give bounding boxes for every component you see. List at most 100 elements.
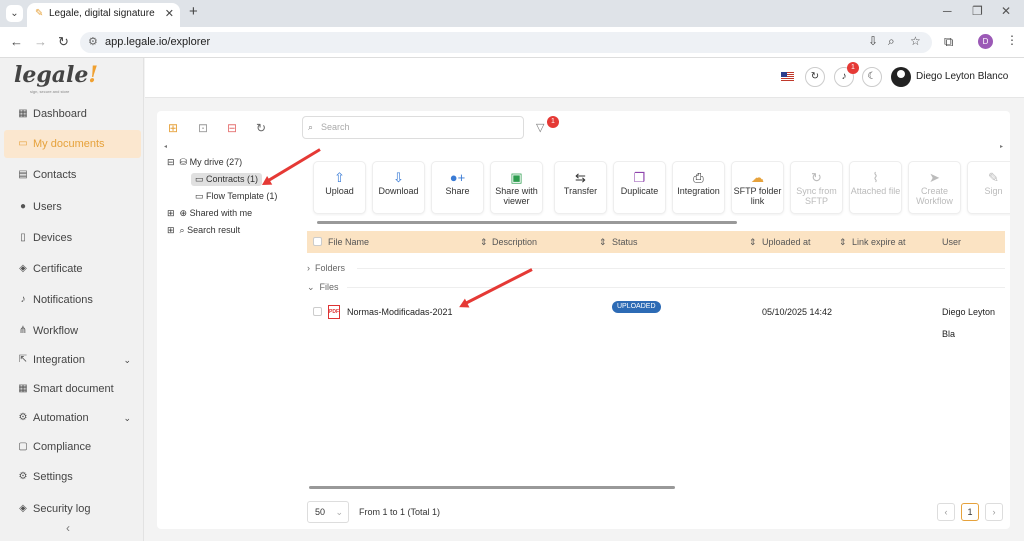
tree-node-flow-template[interactable]: ▭ Flow Template (1) bbox=[195, 191, 277, 202]
site-info-icon[interactable]: ⚙ bbox=[88, 35, 98, 48]
theme-toggle-icon[interactable]: ☾ bbox=[862, 67, 882, 87]
notification-badge: 1 bbox=[847, 62, 859, 74]
table-scrollbar[interactable] bbox=[309, 486, 675, 489]
pagination-info: From 1 to 1 (Total 1) bbox=[359, 507, 441, 517]
tab-search-button[interactable]: ⌄ bbox=[6, 5, 23, 22]
browser-menu-icon[interactable]: ⋮ bbox=[1006, 33, 1018, 47]
avatar[interactable] bbox=[891, 67, 911, 87]
extensions-icon[interactable]: ⧉ bbox=[944, 34, 953, 50]
sign-button[interactable]: ✎ Sign bbox=[967, 161, 1010, 214]
transfer-button[interactable]: ⇆ Transfer bbox=[554, 161, 607, 214]
download-button[interactable]: ⇩ Download bbox=[372, 161, 425, 214]
scroll-right-icon[interactable]: ▸ bbox=[1000, 143, 1003, 150]
close-window-icon[interactable]: ✕ bbox=[1001, 4, 1011, 18]
tree-node-search-result[interactable]: ⊞ ⌕ Search result bbox=[167, 225, 240, 236]
sync-from-sftp-button[interactable]: ↻ Sync from SFTP bbox=[790, 161, 843, 214]
attached-file-button[interactable]: ⌇ Attached file bbox=[849, 161, 902, 214]
bell-icon: ♪ bbox=[20, 294, 26, 305]
upload-button[interactable]: ⇧ Upload bbox=[313, 161, 366, 214]
profile-avatar[interactable]: D bbox=[978, 34, 993, 49]
url-field[interactable]: ⚙ app.legale.io/explorer ⇩ ⌕ ☆ bbox=[80, 32, 932, 53]
page-size-select[interactable]: 50 ⌄ bbox=[307, 501, 349, 523]
duplicate-button[interactable]: ❐ Duplicate bbox=[613, 161, 666, 214]
sidebar-item-dashboard[interactable]: ▦ Dashboard bbox=[4, 100, 141, 128]
sidebar-item-my-documents[interactable]: ▭ My documents bbox=[4, 130, 141, 158]
transfer-icon: ⇆ bbox=[575, 170, 586, 185]
sidebar-item-automation[interactable]: ⚙ Automation ⌄ bbox=[4, 404, 141, 432]
select-all-checkbox[interactable] bbox=[313, 237, 322, 246]
address-bar: ← → ↻ ⚙ app.legale.io/explorer ⇩ ⌕ ☆ ⧉ D… bbox=[0, 27, 1024, 58]
next-page-button[interactable]: › bbox=[985, 503, 1003, 521]
column-user[interactable]: User bbox=[942, 231, 961, 253]
tree-node-shared[interactable]: ⊞ ⊕ Shared with me bbox=[167, 208, 252, 219]
search-input[interactable]: ⌕ Search bbox=[302, 116, 524, 139]
reload-icon[interactable]: ↻ bbox=[58, 34, 69, 50]
column-link-expire-at[interactable]: Link expire at bbox=[852, 231, 906, 253]
sidebar-item-compliance[interactable]: ▢ Compliance bbox=[4, 433, 141, 461]
pagination-bar: 50 ⌄ From 1 to 1 (Total 1) ‹ 1 › bbox=[307, 501, 1005, 525]
folders-section[interactable]: › Folders bbox=[307, 263, 345, 273]
sidebar-item-certificate[interactable]: ◈ Certificate bbox=[4, 255, 141, 283]
sidebar-item-contacts[interactable]: ▤ Contacts bbox=[4, 161, 141, 189]
forward-icon[interactable]: → bbox=[34, 34, 47, 49]
user-name[interactable]: Diego Leyton Blanco bbox=[916, 71, 1008, 82]
chevron-down-icon: ⌄ bbox=[335, 507, 343, 517]
sidebar-item-notifications[interactable]: ♪ Notifications bbox=[4, 286, 141, 314]
filter-icon[interactable]: ▽ bbox=[536, 121, 544, 134]
sort-icon[interactable]: ⇕ bbox=[599, 231, 607, 253]
refresh-icon[interactable]: ↻ bbox=[256, 121, 266, 135]
back-icon[interactable]: ← bbox=[10, 34, 23, 49]
tree-node-contracts[interactable]: ▭ Contracts (1) bbox=[191, 173, 263, 186]
zoom-icon[interactable]: ⌕ bbox=[888, 34, 895, 49]
sidebar-item-devices[interactable]: ▯ Devices bbox=[4, 224, 141, 252]
page-button[interactable]: 1 bbox=[961, 503, 979, 521]
column-uploaded-at[interactable]: Uploaded at bbox=[762, 231, 811, 253]
install-icon[interactable]: ⇩ bbox=[868, 34, 878, 48]
close-tab-icon[interactable]: ✕ bbox=[165, 3, 174, 25]
sidebar-item-security-log[interactable]: ◈ Security log bbox=[4, 495, 141, 523]
folder-move-icon[interactable]: ⊡ bbox=[198, 121, 208, 135]
column-status[interactable]: Status bbox=[612, 231, 638, 253]
share-with-viewer-button[interactable]: ▣ Share with viewer bbox=[490, 161, 543, 214]
us-flag-icon[interactable] bbox=[781, 72, 794, 81]
column-file-name[interactable]: File Name bbox=[328, 231, 369, 253]
file-name[interactable]: Normas-Modificadas-2021 bbox=[347, 301, 453, 323]
tree-node-my-drive[interactable]: ⊟ ⛁ My drive (27) bbox=[167, 157, 242, 168]
scroll-left-icon[interactable]: ◂ bbox=[164, 143, 167, 150]
legale-logo[interactable]: legale! bbox=[14, 62, 98, 88]
sort-icon[interactable]: ⇕ bbox=[839, 231, 847, 253]
logo-tagline: sign, secure and store bbox=[30, 89, 70, 94]
column-description[interactable]: Description bbox=[492, 231, 537, 253]
uploaded-at: 05/10/2025 14:42 bbox=[762, 307, 833, 317]
table-row[interactable]: PDF Normas-Modificadas-2021 UPLOADED 05/… bbox=[307, 301, 1005, 339]
tab-title: Legale, digital signature bbox=[49, 8, 155, 19]
new-tab-button[interactable]: + bbox=[189, 3, 198, 20]
prev-page-button[interactable]: ‹ bbox=[937, 503, 955, 521]
shield-icon: ◈ bbox=[19, 263, 27, 274]
sidebar-item-settings[interactable]: ⚙ Settings bbox=[4, 463, 141, 491]
restore-icon[interactable]: ❐ bbox=[972, 4, 983, 18]
sidebar-item-smart-document[interactable]: ▦ Smart document bbox=[4, 375, 141, 403]
integration-button[interactable]: ⎙ Integration bbox=[672, 161, 725, 214]
collapse-sidebar-icon[interactable]: ‹ bbox=[66, 521, 70, 535]
sidebar-item-integration[interactable]: ⇱ Integration ⌄ bbox=[4, 346, 141, 374]
folder-icon: ▭ bbox=[18, 138, 28, 149]
delete-folder-icon[interactable]: ⊟ bbox=[227, 121, 237, 135]
status-badge: UPLOADED bbox=[612, 301, 661, 313]
create-workflow-button[interactable]: ➤ Create Workflow bbox=[908, 161, 961, 214]
sort-icon[interactable]: ⇕ bbox=[749, 231, 757, 253]
sidebar: legale! sign, secure and store ▦ Dashboar… bbox=[0, 58, 144, 541]
sort-icon[interactable]: ⇕ bbox=[480, 231, 488, 253]
row-checkbox[interactable] bbox=[313, 307, 322, 316]
actions-scrollbar[interactable] bbox=[317, 221, 737, 224]
sftp-folder-link-button[interactable]: ☁ SFTP folder link bbox=[731, 161, 784, 214]
browser-tab[interactable]: ✎ Legale, digital signature ✕ bbox=[27, 3, 180, 27]
new-folder-icon[interactable]: ⊞ bbox=[168, 121, 178, 135]
sync-icon[interactable]: ↻ bbox=[805, 67, 825, 87]
files-section[interactable]: ⌄ Files bbox=[307, 282, 339, 293]
sidebar-item-workflow[interactable]: ⋔ Workflow bbox=[4, 317, 141, 345]
bookmark-star-icon[interactable]: ☆ bbox=[910, 34, 921, 48]
sidebar-item-users[interactable]: ● Users bbox=[4, 193, 141, 221]
minimize-icon[interactable]: ─ bbox=[943, 4, 952, 18]
share-button[interactable]: ●+ Share bbox=[431, 161, 484, 214]
